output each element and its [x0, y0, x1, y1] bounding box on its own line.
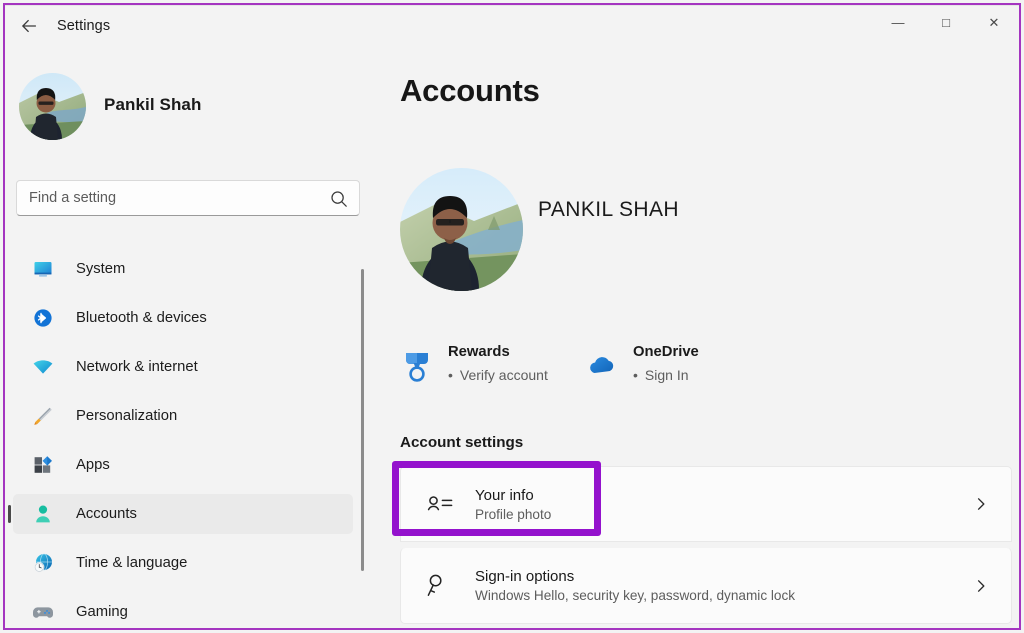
minimize-button[interactable]: — — [875, 6, 921, 38]
clock-globe-icon — [32, 552, 54, 574]
sidebar-item-gaming[interactable]: Gaming — [13, 592, 353, 632]
account-avatar — [400, 168, 523, 291]
key-icon — [424, 570, 456, 602]
sidebar-item-label: System — [76, 261, 125, 277]
paintbrush-icon — [32, 405, 54, 427]
rewards-status: Verify account — [448, 367, 548, 383]
sidebar-item-network-internet[interactable]: Network & internet — [13, 347, 353, 387]
avatar — [19, 73, 86, 140]
apps-grid-icon — [32, 454, 54, 476]
search-placeholder: Find a setting — [29, 190, 116, 206]
sidebar-item-label: Accounts — [76, 506, 137, 522]
contact-card-icon — [424, 488, 456, 520]
window-inner-frame: Settings — □ ✕ — [5, 5, 1019, 628]
sidebar-item-personalization[interactable]: Personalization — [13, 396, 353, 436]
sidebar-nav-list: System Bluetooth & devices — [5, 249, 373, 629]
gamepad-icon — [32, 601, 54, 623]
page-title: Accounts — [400, 73, 540, 109]
settings-row-subtitle: Profile photo — [475, 507, 551, 522]
account-display-name: PANKIL SHAH — [538, 198, 679, 222]
sidebar-item-label: Time & language — [76, 555, 187, 571]
maximize-button[interactable]: □ — [923, 6, 969, 38]
close-icon: ✕ — [989, 16, 1000, 29]
sidebar: Pankil Shah Find a setting — [5, 46, 373, 629]
person-icon — [32, 503, 54, 525]
maximize-icon: □ — [942, 16, 950, 29]
main-content: Accounts — [373, 46, 1019, 629]
title-bar: Settings — □ ✕ — [5, 6, 1019, 46]
search-input[interactable]: Find a setting — [16, 180, 360, 216]
onedrive-status: Sign In — [633, 367, 689, 383]
rewards-medal-icon — [400, 349, 434, 383]
avatar-photo — [19, 73, 86, 140]
rewards-title: Rewards — [448, 344, 510, 360]
sidebar-item-label: Bluetooth & devices — [76, 310, 207, 326]
settings-row-subtitle: Windows Hello, security key, password, d… — [475, 588, 795, 603]
wifi-icon — [32, 356, 54, 378]
settings-row-title: Your info — [475, 487, 551, 504]
onedrive-title: OneDrive — [633, 344, 699, 360]
chevron-right-icon[interactable] — [973, 578, 989, 594]
app-title: Settings — [57, 18, 110, 34]
sidebar-item-label: Gaming — [76, 604, 128, 620]
display-monitor-icon — [32, 258, 54, 280]
sidebar-item-bluetooth-devices[interactable]: Bluetooth & devices — [13, 298, 353, 338]
chevron-right-icon[interactable] — [973, 496, 989, 512]
sidebar-item-apps[interactable]: Apps — [13, 445, 353, 485]
close-button[interactable]: ✕ — [971, 6, 1017, 38]
sidebar-item-label: Network & internet — [76, 359, 198, 375]
settings-row-text: Your info Profile photo — [475, 487, 551, 522]
settings-row-your-info[interactable]: Your info Profile photo — [400, 466, 1012, 542]
settings-row-title: Sign-in options — [475, 568, 795, 585]
sidebar-scrollbar-thumb[interactable] — [361, 269, 364, 571]
settings-window: Settings — □ ✕ — [0, 0, 1024, 633]
sidebar-item-label: Apps — [76, 457, 110, 473]
onedrive-cloud-icon — [585, 349, 619, 383]
search-icon[interactable] — [329, 189, 349, 209]
settings-rows: Your info Profile photo — [400, 466, 1012, 624]
back-button[interactable] — [13, 12, 45, 40]
settings-row-text: Sign-in options Windows Hello, security … — [475, 568, 795, 603]
sidebar-profile[interactable]: Pankil Shah — [19, 73, 359, 147]
bluetooth-icon — [32, 307, 54, 329]
settings-row-sign-in-options[interactable]: Sign-in options Windows Hello, security … — [400, 548, 1012, 624]
sidebar-item-system[interactable]: System — [13, 249, 353, 289]
sidebar-item-label: Personalization — [76, 408, 177, 424]
sidebar-item-accounts[interactable]: Accounts — [13, 494, 353, 534]
profile-name: Pankil Shah — [104, 95, 201, 115]
sidebar-item-time-language[interactable]: Time & language — [13, 543, 353, 583]
selection-indicator — [8, 505, 11, 523]
section-heading: Account settings — [400, 434, 523, 451]
minimize-icon: — — [892, 16, 905, 29]
back-arrow-icon — [20, 17, 38, 35]
account-avatar-photo — [400, 168, 523, 291]
